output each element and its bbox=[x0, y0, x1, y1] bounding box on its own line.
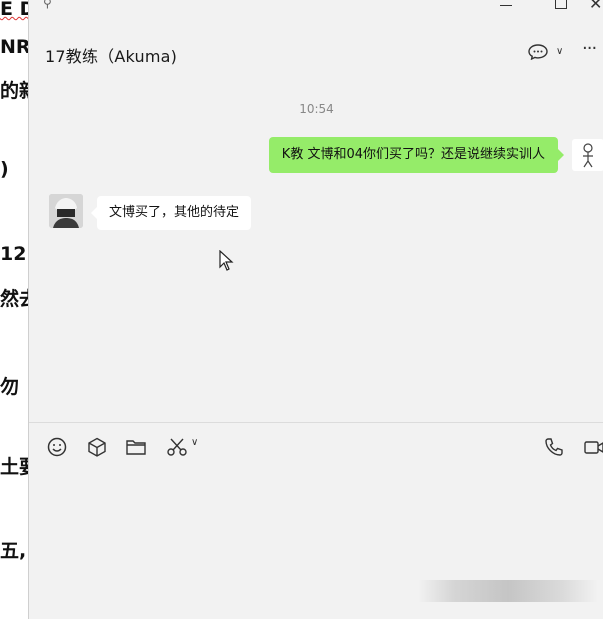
bg-text-fragment: 12 bbox=[0, 243, 27, 265]
scissors-icon[interactable] bbox=[166, 436, 188, 458]
my-avatar[interactable] bbox=[572, 139, 603, 171]
video-icon[interactable] bbox=[583, 436, 603, 458]
message-timestamp: 10:54 bbox=[299, 102, 334, 116]
title-bar: ⚲ ✕ bbox=[29, 0, 603, 18]
bg-text-fragment: 五, bbox=[0, 540, 27, 562]
chat-info-button[interactable]: ∨ bbox=[528, 44, 568, 64]
pin-icon[interactable]: ⚲ bbox=[43, 0, 52, 10]
bg-text-fragment: 土要 bbox=[0, 456, 30, 478]
menu-dots-icon[interactable]: ··· bbox=[582, 38, 597, 59]
received-message-bubble[interactable]: 文博买了，其他的待定 bbox=[90, 196, 252, 230]
close-icon[interactable]: ✕ bbox=[589, 0, 602, 13]
bg-text-fragment: NR( bbox=[0, 36, 30, 58]
chevron-down-icon: ∨ bbox=[556, 46, 564, 57]
cube-icon[interactable] bbox=[86, 436, 108, 458]
blurred-watermark bbox=[418, 580, 598, 602]
minimize-icon[interactable] bbox=[500, 0, 514, 10]
emoji-icon[interactable] bbox=[46, 436, 68, 458]
chevron-down-icon[interactable]: ∨ bbox=[191, 437, 213, 459]
bg-text-fragment: 然去 bbox=[0, 288, 30, 310]
message-list: 10:54 K教 文博和04你们买了吗？还是说继续实训人 文博买了，其他的待定 bbox=[29, 90, 603, 420]
chat-title: 17教练（Akuma) bbox=[45, 47, 178, 66]
bg-text-fragment: E D bbox=[0, 0, 30, 20]
input-divider bbox=[29, 422, 603, 423]
maximize-icon[interactable] bbox=[555, 0, 567, 9]
input-toolbar: ∨ bbox=[29, 436, 603, 462]
received-message: 文博买了，其他的待定 bbox=[49, 194, 449, 230]
sent-message-bubble[interactable]: K教 文博和04你们买了吗？还是说继续实训人 bbox=[268, 137, 565, 173]
chat-bubble-icon bbox=[528, 44, 548, 60]
contact-avatar-icon bbox=[49, 194, 83, 228]
bg-text-fragment: 勿 bbox=[0, 376, 20, 398]
bg-text-fragment: ) bbox=[0, 158, 9, 180]
bg-text-fragment: 的新 bbox=[0, 80, 30, 102]
background-document: E D NR( 的新 ) 12 然去 勿 土要 五, bbox=[0, 0, 30, 619]
contact-avatar[interactable] bbox=[49, 194, 83, 228]
folder-icon[interactable] bbox=[125, 436, 147, 458]
chat-header: 17教练（Akuma) ∨ ··· bbox=[29, 30, 603, 74]
mouse-cursor-icon bbox=[219, 250, 234, 271]
phone-icon[interactable] bbox=[543, 436, 565, 458]
chat-window: ⚲ ✕ 17教练（Akuma) ∨ ··· 10:54 K教 文博和04你们买了… bbox=[28, 0, 603, 619]
stick-figure-icon bbox=[583, 143, 593, 168]
